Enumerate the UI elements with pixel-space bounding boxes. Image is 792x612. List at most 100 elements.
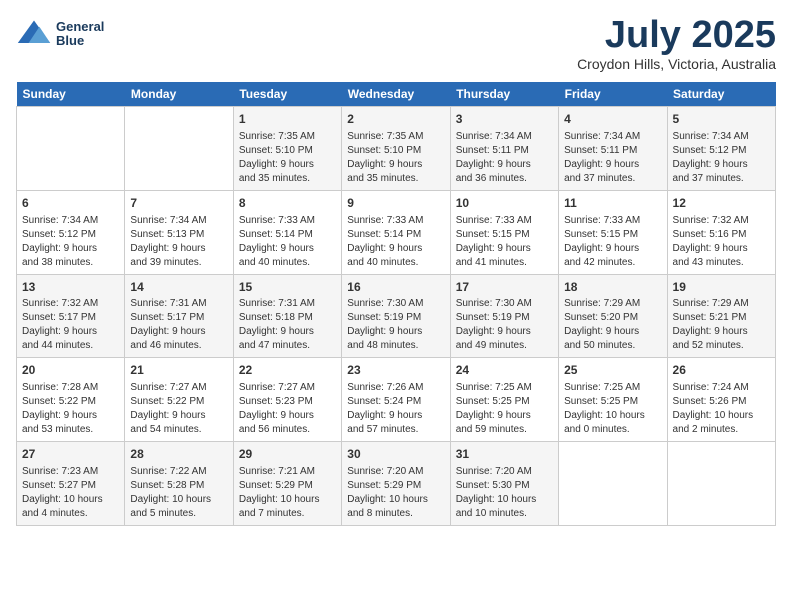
calendar-cell: 20Sunrise: 7:28 AM Sunset: 5:22 PM Dayli… <box>17 358 125 442</box>
day-info: Sunrise: 7:29 AM Sunset: 5:21 PM Dayligh… <box>673 297 770 353</box>
calendar-cell: 17Sunrise: 7:30 AM Sunset: 5:19 PM Dayli… <box>450 274 558 358</box>
calendar-cell: 4 Sunrise: 7:34 AM Sunset: 5:11 PM Daylig… <box>559 107 667 191</box>
location: Croydon Hills, Victoria, Australia <box>577 56 776 72</box>
title-block: July 2025 Croydon Hills, Victoria, Austr… <box>577 16 776 72</box>
header-saturday: Saturday <box>667 82 775 107</box>
calendar-cell <box>125 107 233 191</box>
calendar-cell: 11 Sunrise: 7:33 AM Sunset: 5:15 PM Dayli… <box>559 190 667 274</box>
calendar-cell: 26 Sunrise: 7:24 AM Sunset: 5:26 PM Dayli… <box>667 358 775 442</box>
calendar-week-row: 20Sunrise: 7:28 AM Sunset: 5:22 PM Dayli… <box>17 358 776 442</box>
day-number: 4 <box>564 111 661 128</box>
calendar-cell: 12 Sunrise: 7:32 AM Sunset: 5:16 PM Dayli… <box>667 190 775 274</box>
day-number: 28 <box>130 446 227 463</box>
day-number: 19 <box>673 279 770 296</box>
calendar-week-row: 1 Sunrise: 7:35 AM Sunset: 5:10 PM Daylig… <box>17 107 776 191</box>
day-number: 11 <box>564 195 661 212</box>
day-info: Sunrise: 7:23 AM Sunset: 5:27 PM Dayligh… <box>22 465 119 521</box>
calendar-week-row: 6 Sunrise: 7:34 AM Sunset: 5:12 PM Daylig… <box>17 190 776 274</box>
logo-icon <box>16 16 52 52</box>
calendar-cell: 7Sunrise: 7:34 AM Sunset: 5:13 PM Daylig… <box>125 190 233 274</box>
day-info: Sunrise: 7:34 AM Sunset: 5:11 PM Dayligh… <box>456 130 553 186</box>
calendar-cell: 9 Sunrise: 7:33 AM Sunset: 5:14 PM Daylig… <box>342 190 450 274</box>
day-number: 13 <box>22 279 119 296</box>
day-number: 26 <box>673 362 770 379</box>
day-info: Sunrise: 7:25 AM Sunset: 5:25 PM Dayligh… <box>564 381 661 437</box>
day-info: Sunrise: 7:33 AM Sunset: 5:14 PM Dayligh… <box>347 214 444 270</box>
day-number: 1 <box>239 111 336 128</box>
header-monday: Monday <box>125 82 233 107</box>
day-number: 31 <box>456 446 553 463</box>
day-info: Sunrise: 7:35 AM Sunset: 5:10 PM Dayligh… <box>239 130 336 186</box>
calendar-cell: 19Sunrise: 7:29 AM Sunset: 5:21 PM Dayli… <box>667 274 775 358</box>
day-number: 12 <box>673 195 770 212</box>
calendar-cell: 14Sunrise: 7:31 AM Sunset: 5:17 PM Dayli… <box>125 274 233 358</box>
calendar-cell: 8Sunrise: 7:33 AM Sunset: 5:14 PM Daylig… <box>233 190 341 274</box>
header-wednesday: Wednesday <box>342 82 450 107</box>
day-number: 17 <box>456 279 553 296</box>
day-number: 27 <box>22 446 119 463</box>
day-number: 16 <box>347 279 444 296</box>
calendar-cell: 16Sunrise: 7:30 AM Sunset: 5:19 PM Dayli… <box>342 274 450 358</box>
day-number: 22 <box>239 362 336 379</box>
day-info: Sunrise: 7:20 AM Sunset: 5:30 PM Dayligh… <box>456 465 553 521</box>
calendar-cell: 30Sunrise: 7:20 AM Sunset: 5:29 PM Dayli… <box>342 442 450 526</box>
day-info: Sunrise: 7:34 AM Sunset: 5:12 PM Dayligh… <box>673 130 770 186</box>
day-info: Sunrise: 7:24 AM Sunset: 5:26 PM Dayligh… <box>673 381 770 437</box>
day-info: Sunrise: 7:25 AM Sunset: 5:25 PM Dayligh… <box>456 381 553 437</box>
day-number: 9 <box>347 195 444 212</box>
calendar-cell: 23 Sunrise: 7:26 AM Sunset: 5:24 PM Dayli… <box>342 358 450 442</box>
header-thursday: Thursday <box>450 82 558 107</box>
calendar-cell <box>667 442 775 526</box>
calendar-cell: 1 Sunrise: 7:35 AM Sunset: 5:10 PM Daylig… <box>233 107 341 191</box>
day-info: Sunrise: 7:22 AM Sunset: 5:28 PM Dayligh… <box>130 465 227 521</box>
calendar-cell: 5Sunrise: 7:34 AM Sunset: 5:12 PM Daylig… <box>667 107 775 191</box>
calendar-cell: 24 Sunrise: 7:25 AM Sunset: 5:25 PM Dayli… <box>450 358 558 442</box>
header-sunday: Sunday <box>17 82 125 107</box>
day-info: Sunrise: 7:30 AM Sunset: 5:19 PM Dayligh… <box>347 297 444 353</box>
day-info: Sunrise: 7:35 AM Sunset: 5:10 PM Dayligh… <box>347 130 444 186</box>
calendar-header-row: SundayMondayTuesdayWednesdayThursdayFrid… <box>17 82 776 107</box>
header-friday: Friday <box>559 82 667 107</box>
calendar-cell: 15Sunrise: 7:31 AM Sunset: 5:18 PM Dayli… <box>233 274 341 358</box>
day-info: Sunrise: 7:31 AM Sunset: 5:18 PM Dayligh… <box>239 297 336 353</box>
page-header: General Blue July 2025 Croydon Hills, Vi… <box>16 16 776 72</box>
logo-line2: Blue <box>56 34 104 48</box>
calendar-cell: 10Sunrise: 7:33 AM Sunset: 5:15 PM Dayli… <box>450 190 558 274</box>
calendar-cell: 29Sunrise: 7:21 AM Sunset: 5:29 PM Dayli… <box>233 442 341 526</box>
calendar-cell: 21 Sunrise: 7:27 AM Sunset: 5:22 PM Dayli… <box>125 358 233 442</box>
day-number: 23 <box>347 362 444 379</box>
day-info: Sunrise: 7:33 AM Sunset: 5:15 PM Dayligh… <box>564 214 661 270</box>
day-number: 18 <box>564 279 661 296</box>
day-number: 3 <box>456 111 553 128</box>
day-info: Sunrise: 7:28 AM Sunset: 5:22 PM Dayligh… <box>22 381 119 437</box>
calendar-cell: 13Sunrise: 7:32 AM Sunset: 5:17 PM Dayli… <box>17 274 125 358</box>
month-title: July 2025 <box>577 16 776 54</box>
calendar-cell: 22Sunrise: 7:27 AM Sunset: 5:23 PM Dayli… <box>233 358 341 442</box>
day-info: Sunrise: 7:32 AM Sunset: 5:17 PM Dayligh… <box>22 297 119 353</box>
calendar-week-row: 27 Sunrise: 7:23 AM Sunset: 5:27 PM Dayli… <box>17 442 776 526</box>
calendar-cell: 31 Sunrise: 7:20 AM Sunset: 5:30 PM Dayli… <box>450 442 558 526</box>
day-number: 24 <box>456 362 553 379</box>
day-info: Sunrise: 7:29 AM Sunset: 5:20 PM Dayligh… <box>564 297 661 353</box>
day-info: Sunrise: 7:33 AM Sunset: 5:15 PM Dayligh… <box>456 214 553 270</box>
day-info: Sunrise: 7:34 AM Sunset: 5:12 PM Dayligh… <box>22 214 119 270</box>
calendar-table: SundayMondayTuesdayWednesdayThursdayFrid… <box>16 82 776 526</box>
day-number: 14 <box>130 279 227 296</box>
day-number: 25 <box>564 362 661 379</box>
logo-text: General Blue <box>56 20 104 49</box>
day-info: Sunrise: 7:33 AM Sunset: 5:14 PM Dayligh… <box>239 214 336 270</box>
day-number: 6 <box>22 195 119 212</box>
calendar-cell: 28 Sunrise: 7:22 AM Sunset: 5:28 PM Dayli… <box>125 442 233 526</box>
day-number: 7 <box>130 195 227 212</box>
day-number: 29 <box>239 446 336 463</box>
day-number: 21 <box>130 362 227 379</box>
logo: General Blue <box>16 16 104 52</box>
logo-line1: General <box>56 20 104 34</box>
day-info: Sunrise: 7:27 AM Sunset: 5:22 PM Dayligh… <box>130 381 227 437</box>
day-info: Sunrise: 7:34 AM Sunset: 5:11 PM Dayligh… <box>564 130 661 186</box>
day-info: Sunrise: 7:20 AM Sunset: 5:29 PM Dayligh… <box>347 465 444 521</box>
day-info: Sunrise: 7:30 AM Sunset: 5:19 PM Dayligh… <box>456 297 553 353</box>
day-info: Sunrise: 7:32 AM Sunset: 5:16 PM Dayligh… <box>673 214 770 270</box>
day-info: Sunrise: 7:31 AM Sunset: 5:17 PM Dayligh… <box>130 297 227 353</box>
day-info: Sunrise: 7:26 AM Sunset: 5:24 PM Dayligh… <box>347 381 444 437</box>
